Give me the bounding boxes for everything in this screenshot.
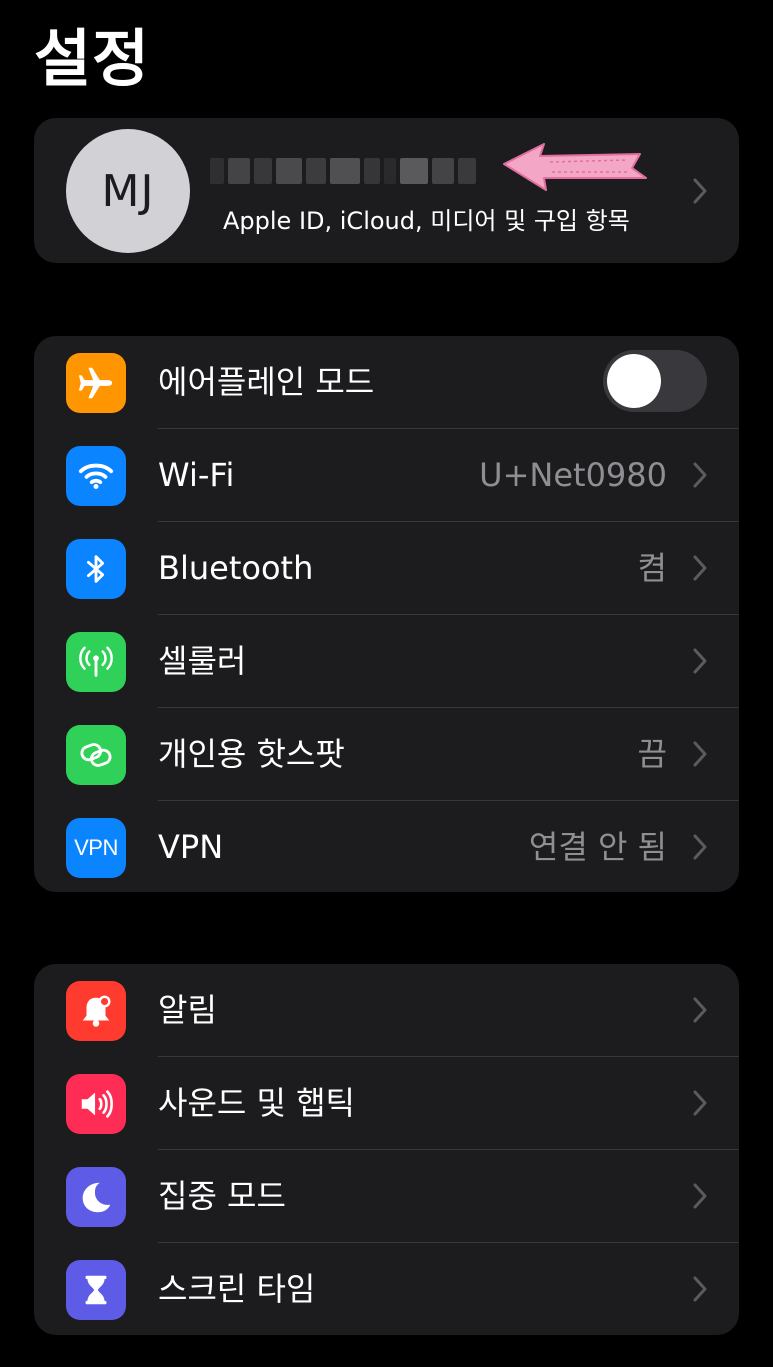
screen-time-label: 스크린 타임: [158, 1270, 316, 1308]
chevron-right-icon: [693, 834, 707, 860]
redacted-name: [210, 150, 480, 192]
chevron-right-icon: [693, 178, 707, 204]
settings-row-vpn[interactable]: VPN VPN 연결 안 됨: [34, 801, 739, 892]
cellular-label: 셀룰러: [158, 642, 247, 680]
chevron-right-icon: [693, 997, 707, 1023]
connectivity-settings-group: 에어플레인 모드 Wi-Fi U+Net0980 Bluetooth 켬 셀룰러…: [34, 336, 739, 892]
notifications-label: 알림: [158, 991, 217, 1029]
apple-id-profile-card[interactable]: MJ Apple ID, iCloud, 미디어 및 구입 항목: [34, 118, 739, 263]
speaker-icon: [66, 1074, 126, 1134]
hourglass-icon: [66, 1260, 126, 1320]
chevron-right-icon: [693, 1183, 707, 1209]
airplane-mode-label: 에어플레인 모드: [158, 363, 375, 401]
wifi-icon: [66, 446, 126, 506]
chain-link-icon: [66, 725, 126, 785]
settings-row-airplane-mode: 에어플레인 모드: [34, 336, 739, 429]
settings-row-wifi[interactable]: Wi-Fi U+Net0980: [34, 429, 739, 522]
profile-subtitle: Apple ID, iCloud, 미디어 및 구입 항목: [223, 207, 630, 235]
vpn-label: VPN: [158, 828, 224, 866]
settings-row-bluetooth[interactable]: Bluetooth 켬: [34, 522, 739, 615]
general-settings-group: 알림 사운드 및 햅틱 집중 모드 스크린 타임: [34, 964, 739, 1335]
wifi-network-value: U+Net0980: [479, 456, 667, 494]
settings-row-sounds-haptics[interactable]: 사운드 및 햅틱: [34, 1057, 739, 1150]
avatar: MJ: [66, 129, 190, 253]
chevron-right-icon: [693, 1090, 707, 1116]
antenna-icon: [66, 632, 126, 692]
settings-row-notifications[interactable]: 알림: [34, 964, 739, 1057]
page-title: 설정: [34, 22, 151, 95]
bluetooth-icon: [66, 539, 126, 599]
airplane-mode-toggle[interactable]: [603, 350, 707, 412]
vpn-icon: VPN: [66, 818, 126, 878]
settings-row-personal-hotspot[interactable]: 개인용 핫스팟 끔: [34, 708, 739, 801]
bell-icon: [66, 981, 126, 1041]
hotspot-label: 개인용 핫스팟: [158, 735, 345, 773]
settings-row-cellular[interactable]: 셀룰러: [34, 615, 739, 708]
sounds-label: 사운드 및 햅틱: [158, 1084, 355, 1122]
wifi-label: Wi-Fi: [158, 456, 235, 494]
focus-label: 집중 모드: [158, 1177, 286, 1215]
bluetooth-status-value: 켬: [637, 549, 667, 587]
vpn-status-value: 연결 안 됨: [528, 828, 667, 866]
hotspot-status-value: 끔: [637, 735, 667, 773]
bluetooth-label: Bluetooth: [158, 549, 314, 587]
pink-arrow-annotation: [503, 143, 647, 191]
settings-row-focus[interactable]: 집중 모드: [34, 1150, 739, 1243]
moon-icon: [66, 1167, 126, 1227]
chevron-right-icon: [693, 1276, 707, 1302]
chevron-right-icon: [693, 462, 707, 488]
airplane-icon: [66, 353, 126, 413]
toggle-knob: [607, 354, 661, 408]
settings-row-screen-time[interactable]: 스크린 타임: [34, 1243, 739, 1335]
chevron-right-icon: [693, 555, 707, 581]
chevron-right-icon: [693, 648, 707, 674]
chevron-right-icon: [693, 741, 707, 767]
